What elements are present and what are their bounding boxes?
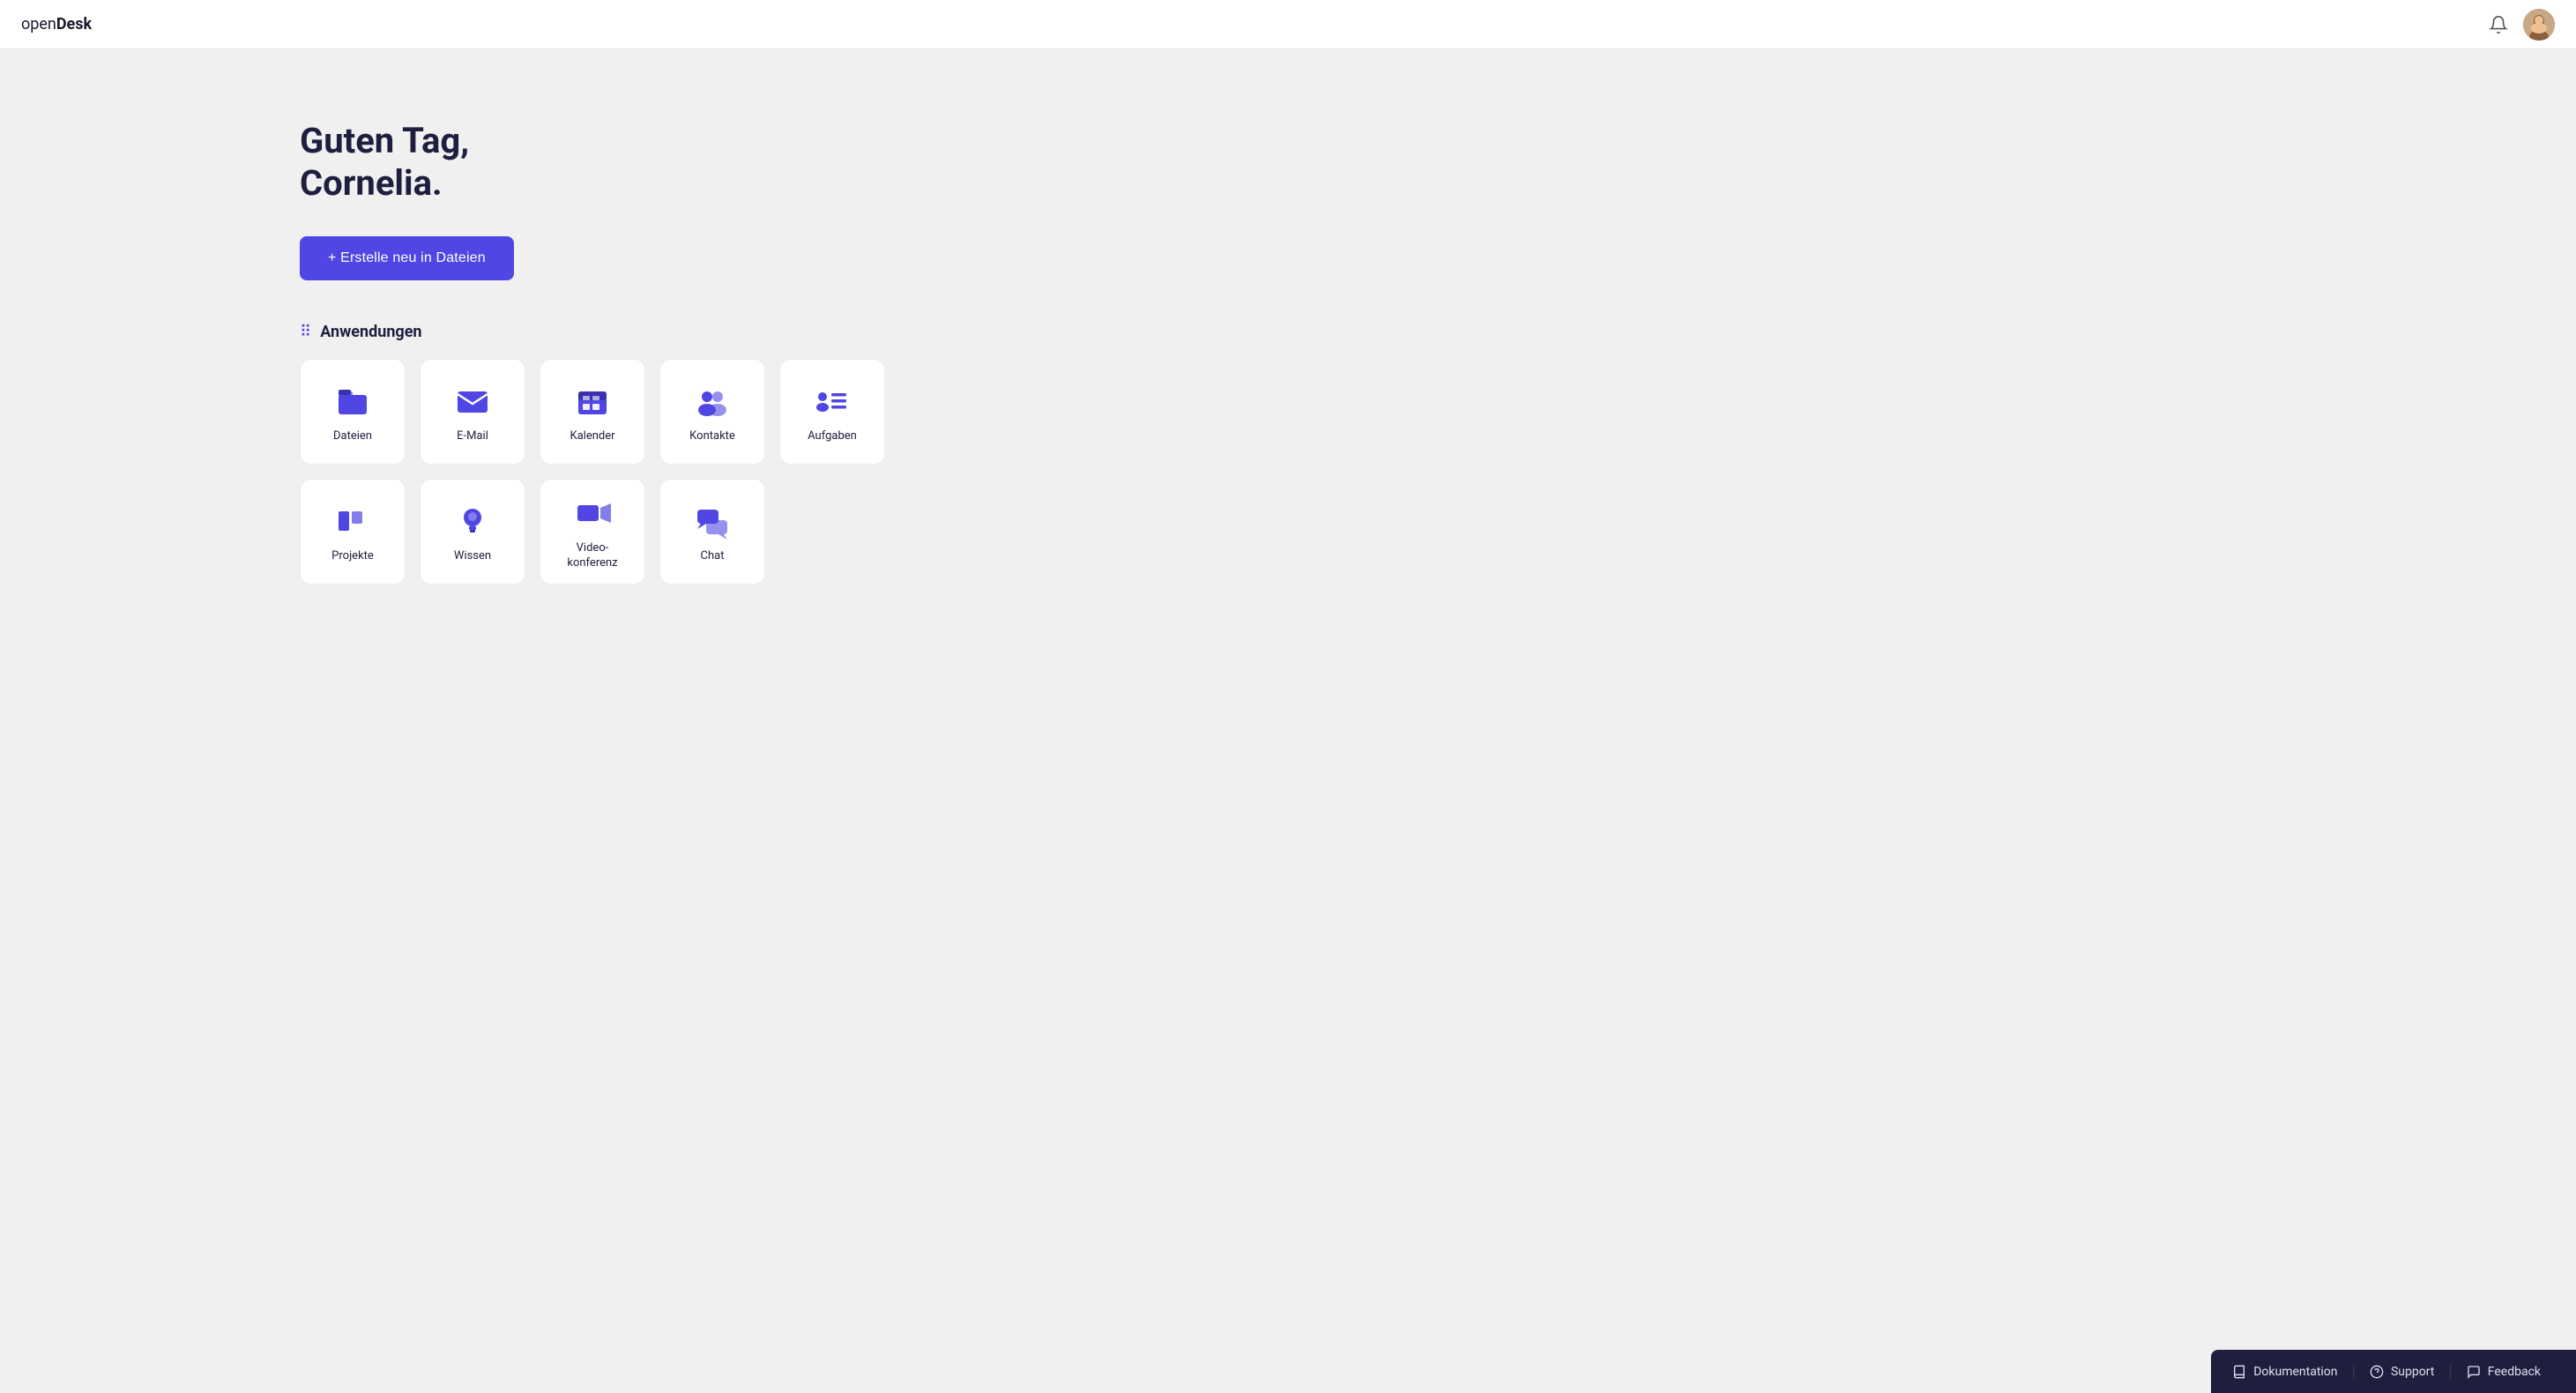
feedback-icon	[2467, 1365, 2481, 1379]
chat-label: Chat	[701, 549, 725, 564]
wissen-icon	[451, 500, 494, 542]
app-card-kontakte[interactable]: Kontakte	[659, 359, 765, 465]
footer-bar: Dokumentation | Support | Feedback	[2211, 1350, 2576, 1393]
apps-section-title: Anwendungen	[320, 323, 421, 341]
app-header: openDesk	[0, 0, 2576, 49]
app-card-aufgaben[interactable]: Aufgaben	[779, 359, 885, 465]
videokonferenz-icon	[571, 492, 614, 534]
footer-support[interactable]: Support	[2356, 1365, 2448, 1379]
projekte-icon	[331, 500, 374, 542]
logo-desk: Desk	[56, 15, 92, 34]
feedback-label: Feedback	[2488, 1365, 2541, 1379]
support-label: Support	[2391, 1365, 2434, 1379]
aufgaben-icon	[811, 380, 853, 422]
apps-grid-icon: ⠿	[300, 323, 311, 341]
wissen-label: Wissen	[454, 549, 491, 564]
app-card-wissen[interactable]: Wissen	[420, 479, 525, 585]
greeting-line2: Cornelia.	[300, 162, 443, 204]
app-card-kalender[interactable]: Kalender	[540, 359, 645, 465]
app-card-videokonferenz[interactable]: Video- konferenz	[540, 479, 645, 585]
kalender-icon	[571, 380, 614, 422]
apps-row-1: Dateien E-Mail	[300, 359, 917, 465]
greeting-heading: Guten Tag, Cornelia.	[300, 120, 917, 205]
logo-open: open	[21, 15, 56, 34]
create-new-button[interactable]: + Erstelle neu in Dateien	[300, 236, 514, 280]
projekte-label: Projekte	[331, 549, 374, 564]
kalender-label: Kalender	[570, 429, 614, 444]
videokonferenz-label: Video- konferenz	[567, 541, 617, 571]
kontakte-label: Kontakte	[689, 429, 735, 444]
kontakte-icon	[691, 380, 733, 422]
avatar-image	[2523, 9, 2555, 41]
notifications-icon[interactable]	[2488, 14, 2509, 35]
apps-row-2: Projekte Wissen	[300, 479, 917, 585]
apps-section: ⠿ Anwendungen Dateien	[300, 323, 917, 585]
footer-separator-1: |	[2352, 1362, 2356, 1381]
support-icon	[2370, 1365, 2384, 1379]
greeting-line1: Guten Tag,	[300, 120, 469, 161]
chat-icon	[691, 500, 733, 542]
app-logo[interactable]: openDesk	[21, 15, 92, 34]
aufgaben-label: Aufgaben	[808, 429, 857, 444]
footer-feedback[interactable]: Feedback	[2453, 1365, 2555, 1379]
header-actions	[2488, 9, 2555, 41]
dokumentation-label: Dokumentation	[2253, 1365, 2337, 1379]
dateien-label: Dateien	[333, 429, 372, 444]
main-content: Guten Tag, Cornelia. + Erstelle neu in D…	[0, 0, 2576, 1393]
apps-section-header: ⠿ Anwendungen	[300, 323, 917, 341]
dokumentation-icon	[2232, 1365, 2246, 1379]
user-avatar[interactable]	[2523, 9, 2555, 41]
email-icon	[451, 380, 494, 422]
dateien-icon	[331, 380, 374, 422]
footer-dokumentation[interactable]: Dokumentation	[2232, 1365, 2351, 1379]
content-area: Guten Tag, Cornelia. + Erstelle neu in D…	[300, 85, 917, 620]
app-card-email[interactable]: E-Mail	[420, 359, 525, 465]
footer-separator-2: |	[2448, 1362, 2452, 1381]
app-card-projekte[interactable]: Projekte	[300, 479, 406, 585]
app-card-dateien[interactable]: Dateien	[300, 359, 406, 465]
email-label: E-Mail	[457, 429, 488, 444]
app-card-chat[interactable]: Chat	[659, 479, 765, 585]
